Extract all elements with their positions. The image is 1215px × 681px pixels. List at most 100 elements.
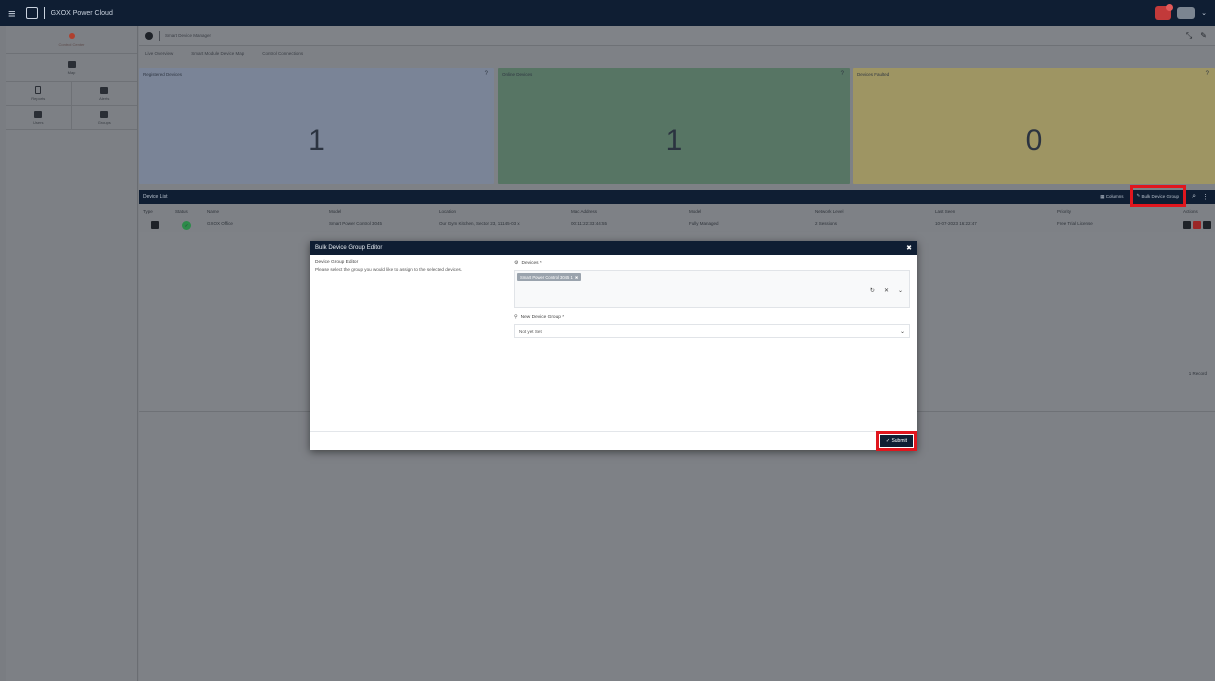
record-count: 1 Record [1188,371,1207,376]
card-title: Online Devices [502,72,533,77]
settings-gear-icon[interactable] [145,31,153,40]
column-header[interactable]: Model [329,209,341,214]
clear-icon[interactable]: ✕ [884,287,889,294]
cell-last-seen: 10-07-2023 16:22:47 [935,221,977,226]
table-row[interactable]: ✓ GXOX Office Smart Power Control 3045 O… [139,218,1215,230]
section-description: Please select the group you would like t… [315,267,463,272]
close-icon[interactable]: ✖ [906,244,912,252]
app-logo-icon [25,7,38,19]
cell-model-type: Fully Managed [689,221,719,226]
delete-action-icon[interactable] [1193,221,1201,229]
info-icon[interactable]: ? [841,71,844,77]
column-header[interactable]: Status [175,209,188,214]
status-dot-icon [68,32,75,39]
sidebar-item-groups[interactable]: Groups [71,106,137,130]
user-avatar[interactable] [1177,7,1196,19]
section-heading: Device Group Editor [315,260,359,265]
cell-location: Our Gym Kitchen, Sector 23, 11145-03 x [439,221,520,226]
chip-remove-icon[interactable]: ✖ [575,275,579,280]
hamburger-menu-icon[interactable]: ≡ [8,6,16,21]
top-navbar: ≡ GXOX Power Cloud ⌄ [0,0,1215,26]
view-action-icon[interactable] [1203,221,1211,229]
column-header[interactable]: Priority [1057,209,1071,214]
device-chip[interactable]: Smart Power Control 3045 1 ✖ [517,273,582,281]
card-value: 1 [308,124,325,157]
column-header: Actions [1183,208,1198,214]
devices-multiselect[interactable]: Smart Power Control 3045 1 ✖ ↻ ✕ ⌄ [514,270,910,308]
tab-bar: Live Overview Smart Module Device Map Co… [139,46,1215,60]
divider [43,7,45,19]
columns-toggle[interactable]: ▦ Columns [1100,194,1123,200]
more-options-icon[interactable]: ⋮ [1202,193,1209,201]
sidebar-item-map[interactable]: Map [6,54,137,82]
summary-cards: Registered Devices ? 1 Online Devices ? … [139,68,1215,184]
cell-model: Smart Power Control 3045 [329,221,383,226]
collapse-icon[interactable]: ⤡ [1186,31,1192,41]
cell-name[interactable]: GXOX Office [207,221,233,226]
chevron-down-icon[interactable]: ⌄ [900,328,905,335]
status-ok-icon: ✓ [182,221,191,230]
edit-pencil-icon[interactable]: ✎ [1200,31,1207,41]
column-header[interactable]: Mac Address [571,209,597,214]
sidebar-header-label: Control Center [58,41,85,47]
chevron-down-icon[interactable]: ⌄ [898,287,903,294]
sidebar-header[interactable]: Control Center [6,26,137,54]
breadcrumb-text: Smart Device Manager [165,33,212,38]
card-devices-faulted[interactable]: Devices Faulted ? 0 [853,68,1215,184]
sidebar-item-users[interactable]: Users [6,106,72,130]
notification-badge [1166,4,1174,11]
tab-device-map[interactable]: Smart Module Device Map [191,51,244,56]
cell-priority: Free Trial License [1057,221,1093,226]
map-flag-icon [67,60,76,68]
info-icon[interactable]: ? [485,71,488,77]
notification-bell-icon[interactable] [1155,4,1174,20]
card-title: Registered Devices [143,72,183,77]
sidebar-item-reports[interactable]: Reports [6,82,72,106]
new-group-label: ⚲ New Device Group * [514,314,910,320]
submit-label: Submit [891,438,907,444]
sidebar-item-label: Users [33,119,44,125]
column-header[interactable]: Location [439,209,456,214]
refresh-icon[interactable]: ↻ [870,287,875,294]
sidebar-item-label: Reports [31,96,46,101]
card-title: Devices Faulted [857,72,890,77]
column-header[interactable]: Last Seen [935,209,955,214]
edit-action-icon[interactable] [1183,221,1191,229]
user-icon [34,110,43,118]
sidebar: Control Center Map Reports Alerts Users … [6,26,138,681]
modal-title: Bulk Device Group Editor [315,245,383,251]
modal-footer: ✓ Submit [310,431,917,451]
sidebar-item-alerts[interactable]: Alerts [71,82,137,106]
columns-label: Columns [1105,194,1124,199]
cell-network: 2 Sessions [815,221,838,226]
bulk-button-label: Bulk Device Group [1141,193,1180,199]
card-value: 1 [665,124,683,157]
chevron-down-icon[interactable]: ⌄ [1201,9,1207,17]
select-value: Not yet Set [519,328,542,334]
bulk-device-group-modal: Bulk Device Group Editor ✖ Device Group … [310,241,917,451]
modal-header: Bulk Device Group Editor ✖ [310,241,917,255]
new-group-label-text: New Device Group * [520,314,565,320]
bulk-device-group-button[interactable]: ✎ Bulk Device Group [1129,185,1187,207]
card-online-devices[interactable]: Online Devices ? 1 [498,68,850,184]
breadcrumb: Smart Device Manager ⤡ ✎ [139,26,1215,46]
column-header[interactable]: Model [689,209,701,214]
table-title: Device List [143,194,168,200]
column-header[interactable]: Type [143,209,153,214]
app-title: GXOX Power Cloud [50,9,113,17]
new-device-group-select[interactable]: Not yet Set ⌄ [514,324,910,338]
tab-control-connections[interactable]: Control Connections [262,51,303,56]
devices-label: ⚙ Devices * [514,260,910,266]
submit-highlight: ✓ Submit [875,431,917,451]
sidebar-item-label: Alerts [99,95,110,101]
column-header[interactable]: Name [207,209,219,214]
column-header[interactable]: Network Level [815,209,844,214]
tab-live-overview[interactable]: Live Overview [145,51,173,56]
submit-button[interactable]: ✓ Submit [879,435,913,447]
info-icon[interactable]: ? [1206,71,1209,77]
card-registered-devices[interactable]: Registered Devices ? 1 [139,68,494,184]
device-list-header: Device List ▦ Columns ✎ Bulk Device Grou… [139,185,1215,207]
search-icon[interactable]: ⌕ [1192,193,1196,201]
document-icon [35,86,42,94]
device-type-icon [151,221,159,229]
